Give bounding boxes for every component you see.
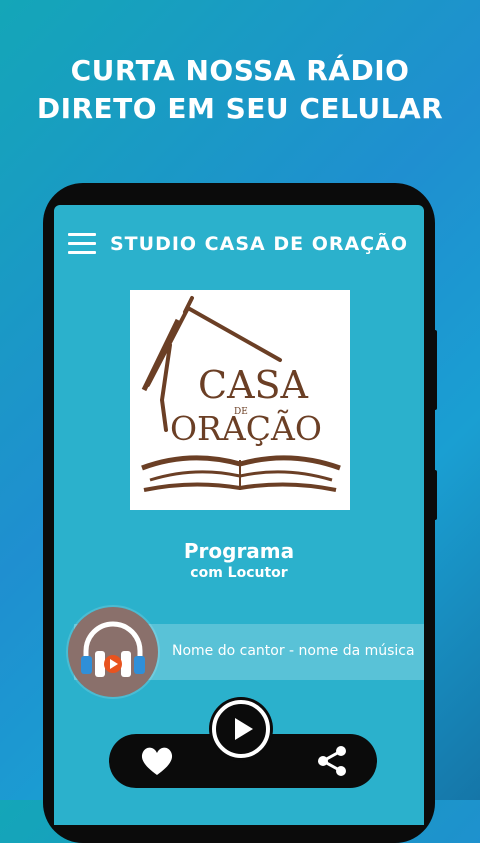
promo-line-2: DIRETO EM SEU CELULAR: [36, 92, 444, 125]
app-toolbar: STUDIO CASA DE ORAÇÃO: [54, 205, 424, 283]
now-playing-text: Nome do cantor - nome da música: [172, 643, 415, 659]
station-logo: CASA DE ORAÇÃO: [130, 290, 350, 510]
phone-side-button: [431, 330, 437, 410]
program-info: Programa com Locutor: [54, 539, 424, 581]
heart-icon[interactable]: [139, 745, 175, 777]
share-icon[interactable]: [315, 744, 349, 778]
program-host: com Locutor: [190, 565, 288, 581]
headphones-icon: [68, 607, 158, 697]
casa-de-oracao-logo: CASA DE ORAÇÃO: [141, 296, 341, 492]
logo-word-casa: CASA: [198, 363, 309, 407]
play-button[interactable]: [209, 697, 273, 761]
logo-word-oracao: ORAÇÃO: [170, 409, 322, 448]
app-title: STUDIO CASA DE ORAÇÃO: [110, 233, 408, 255]
promo-line-1: CURTA NOSSA RÁDIO: [70, 54, 410, 87]
play-icon: [212, 700, 270, 758]
promo-headline: CURTA NOSSA RÁDIO DIRETO EM SEU CELULAR: [0, 52, 480, 128]
hamburger-menu-icon[interactable]: [68, 233, 96, 255]
program-name: Programa: [183, 539, 295, 563]
phone-side-button: [431, 470, 437, 520]
